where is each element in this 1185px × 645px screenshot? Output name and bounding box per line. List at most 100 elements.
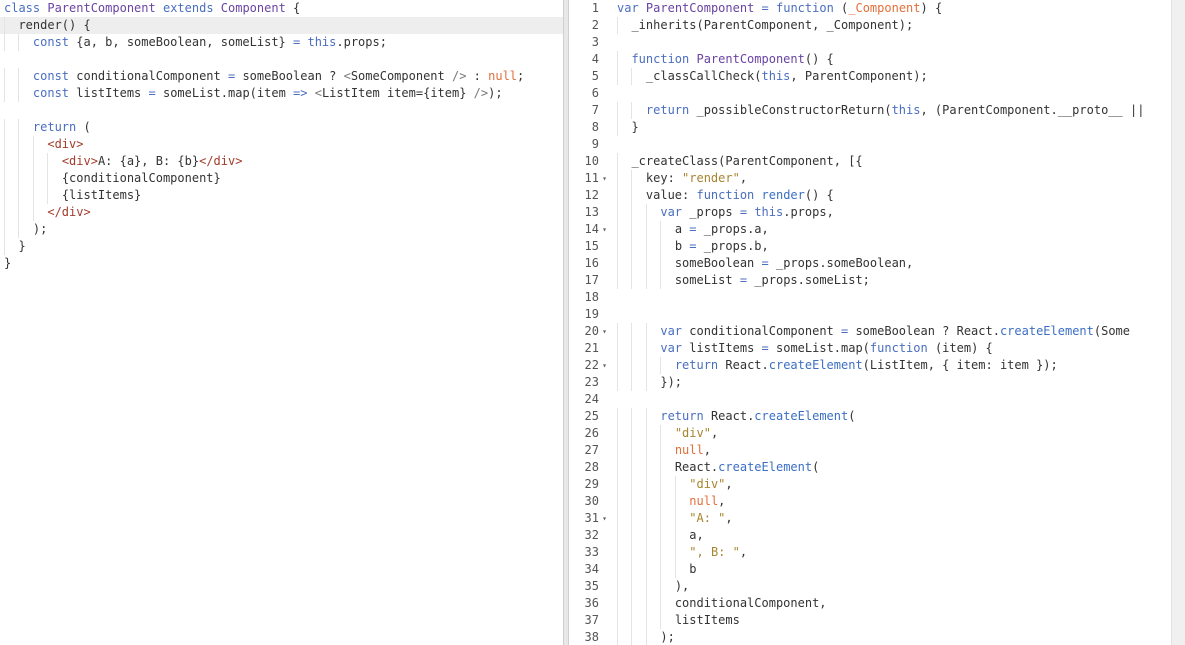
code-line[interactable]: 13 var _props = this.props, [569, 204, 1171, 221]
code-line[interactable]: } [0, 238, 563, 255]
code-line[interactable]: 34 b [569, 561, 1171, 578]
code-line[interactable]: 24 [569, 391, 1171, 408]
code-line[interactable]: 7 return _possibleConstructorReturn(this… [569, 102, 1171, 119]
code-line[interactable]: 22 ▾ return React.createElement(ListItem,… [569, 357, 1171, 374]
line-number: 27 [584, 443, 599, 457]
code-line-text: const listItems = someList.map(item => <… [4, 85, 503, 102]
code-line[interactable]: </div> [0, 204, 563, 221]
fold-arrow-icon[interactable]: ▾ [602, 510, 607, 527]
code-line[interactable]: 31 ▾ "A: ", [569, 510, 1171, 527]
code-line[interactable]: 27 null, [569, 442, 1171, 459]
code-line[interactable]: 25 return React.createElement( [569, 408, 1171, 425]
line-number: 31 [584, 511, 599, 525]
fold-arrow-icon[interactable]: ▾ [602, 357, 607, 374]
code-line[interactable]: 29 "div", [569, 476, 1171, 493]
code-line[interactable] [0, 51, 563, 68]
fold-arrow-icon[interactable]: ▾ [602, 323, 607, 340]
code-line-text: } [4, 256, 12, 270]
code-line[interactable]: 12 value: function render() { [569, 187, 1171, 204]
line-number: 15 [584, 239, 599, 253]
code-line[interactable]: 9 [569, 136, 1171, 153]
code-line[interactable]: ); [0, 221, 563, 238]
code-line[interactable]: 20 ▾ var conditionalComponent = someBoole… [569, 323, 1171, 340]
code-line-text: } [4, 238, 25, 255]
code-line-text: _inherits(ParentComponent, _Component); [617, 17, 913, 34]
code-line[interactable]: 36 conditionalComponent, [569, 595, 1171, 612]
code-line-text: b [617, 561, 696, 578]
code-line[interactable]: 3 [569, 34, 1171, 51]
code-line[interactable]: 4 function ParentComponent() { [569, 51, 1171, 68]
code-line[interactable]: 19 [569, 306, 1171, 323]
code-line[interactable]: 21 var listItems = someList.map(function… [569, 340, 1171, 357]
line-number: 38 [584, 630, 599, 644]
code-line-text: a, [617, 527, 703, 544]
code-line[interactable]: 38 ); [569, 629, 1171, 645]
line-gutter: 21 [569, 340, 609, 357]
code-line[interactable]: 32 a, [569, 527, 1171, 544]
code-line[interactable]: 30 null, [569, 493, 1171, 510]
fold-arrow-icon[interactable]: ▾ [602, 221, 607, 238]
code-line-text: {listItems} [4, 187, 141, 204]
code-line[interactable]: <div> [0, 136, 563, 153]
code-line-text: const conditionalComponent = someBoolean… [4, 68, 524, 85]
line-number: 12 [584, 188, 599, 202]
code-line[interactable]: 35 ), [569, 578, 1171, 595]
code-line[interactable]: {listItems} [0, 187, 563, 204]
code-line[interactable]: 8 } [569, 119, 1171, 136]
fold-arrow-icon[interactable]: ▾ [602, 170, 607, 187]
code-line[interactable] [0, 102, 563, 119]
line-gutter: 23 [569, 374, 609, 391]
code-line-text: value: function render() { [617, 187, 834, 204]
code-line[interactable]: 6 [569, 85, 1171, 102]
code-line[interactable]: return ( [0, 119, 563, 136]
line-gutter: 20 ▾ [569, 323, 609, 340]
code-line-text: </div> [4, 204, 90, 221]
code-line[interactable]: <div>A: {a}, B: {b}</div> [0, 153, 563, 170]
code-line-text: "A: ", [617, 510, 732, 527]
line-gutter: 25 [569, 408, 609, 425]
code-line[interactable]: 18 [569, 289, 1171, 306]
code-line[interactable]: 5 _classCallCheck(this, ParentComponent)… [569, 68, 1171, 85]
code-line[interactable]: 23 }); [569, 374, 1171, 391]
line-gutter: 33 [569, 544, 609, 561]
line-number: 6 [591, 86, 599, 100]
code-line[interactable]: const {a, b, someBoolean, someList} = th… [0, 34, 563, 51]
code-line-text: someBoolean = _props.someBoolean, [617, 255, 913, 272]
code-line[interactable]: 1 var ParentComponent = function (_Compon… [569, 0, 1171, 17]
line-gutter: 26 [569, 425, 609, 442]
code-line-text: ); [4, 221, 47, 238]
code-line-text: return ( [4, 119, 91, 136]
code-line[interactable]: const listItems = someList.map(item => <… [0, 85, 563, 102]
code-line[interactable]: 2 _inherits(ParentComponent, _Component)… [569, 17, 1171, 34]
line-gutter: 14 ▾ [569, 221, 609, 238]
code-line[interactable]: 15 b = _props.b, [569, 238, 1171, 255]
code-line[interactable]: } [0, 255, 563, 272]
jsx-source-editor[interactable]: class ParentComponent extends Component … [0, 0, 563, 645]
code-line[interactable]: {conditionalComponent} [0, 170, 563, 187]
code-line[interactable]: 11 ▾ key: "render", [569, 170, 1171, 187]
code-line-text: return _possibleConstructorReturn(this, … [617, 102, 1145, 119]
code-line[interactable]: 16 someBoolean = _props.someBoolean, [569, 255, 1171, 272]
line-gutter: 32 [569, 527, 609, 544]
code-line[interactable]: const conditionalComponent = someBoolean… [0, 68, 563, 85]
code-line-text: ), [617, 578, 689, 595]
code-line-text: _createClass(ParentComponent, [{ [617, 153, 862, 170]
code-line[interactable]: 33 ", B: ", [569, 544, 1171, 561]
code-line[interactable]: render() { [0, 17, 563, 34]
line-number: 5 [591, 69, 599, 83]
code-line[interactable]: 28 React.createElement( [569, 459, 1171, 476]
compiled-output-editor[interactable]: 1 var ParentComponent = function (_Compon… [569, 0, 1171, 645]
code-line[interactable]: class ParentComponent extends Component … [0, 0, 563, 17]
vertical-scrollbar[interactable] [1171, 0, 1185, 645]
code-line[interactable]: 37 listItems [569, 612, 1171, 629]
line-number: 17 [584, 273, 599, 287]
code-line[interactable]: 17 someList = _props.someList; [569, 272, 1171, 289]
line-gutter: 34 [569, 561, 609, 578]
code-line-text: <div> [4, 136, 83, 153]
line-gutter: 10 [569, 153, 609, 170]
line-gutter: 6 [569, 85, 609, 102]
code-line[interactable]: 10 _createClass(ParentComponent, [{ [569, 153, 1171, 170]
line-number: 29 [584, 477, 599, 491]
code-line[interactable]: 26 "div", [569, 425, 1171, 442]
code-line[interactable]: 14 ▾ a = _props.a, [569, 221, 1171, 238]
